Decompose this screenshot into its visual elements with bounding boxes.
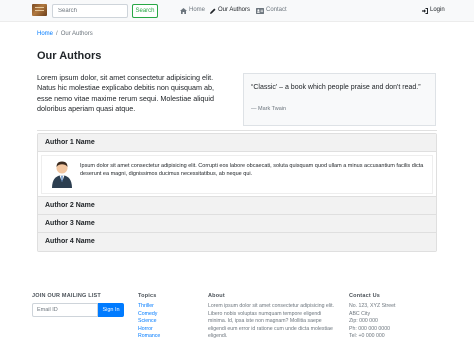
mailing-list-title: JOIN OUR MAILING LIST [32, 293, 101, 299]
topic-link[interactable]: Horror [138, 326, 160, 334]
author-card: Ipsum dolor sit amet consectetur adipisi… [41, 155, 433, 194]
nav-link-contact[interactable]: Contact [256, 6, 287, 15]
address-card-icon [256, 7, 264, 14]
sign-in-button[interactable]: Sign In [98, 303, 124, 317]
footer-contact: Contact Us No. 123, XYZ Street ABC City … [349, 293, 395, 341]
accordion-header-author-2[interactable]: Author 2 Name [38, 197, 436, 215]
accordion-body-author-1: Ipsum dolor sit amet consectetur adipisi… [38, 152, 436, 197]
author-bio: Ipsum dolor sit amet consectetur adipisi… [80, 163, 424, 177]
divider [37, 130, 437, 131]
nav-link-label: Home [189, 7, 206, 13]
search-input[interactable] [52, 4, 128, 18]
contact-title: Contact Us [349, 293, 381, 299]
contact-line: Ph: 000 000 0000 [349, 325, 390, 332]
breadcrumb-current: Our Authors [60, 31, 93, 37]
author-avatar [52, 161, 72, 188]
email-field[interactable] [32, 303, 98, 317]
contact-line: Zip: 000 000 [349, 318, 378, 325]
contact-line: ABC City [349, 310, 371, 317]
topic-link[interactable]: Thriller [138, 303, 160, 311]
home-icon [180, 7, 187, 14]
breadcrumb-home-link[interactable]: Home [37, 31, 53, 37]
page-title: Our Authors [37, 50, 102, 62]
accordion-header-author-1[interactable]: Author 1 Name [38, 134, 436, 152]
about-title: About [208, 293, 225, 299]
accordion-header-author-3[interactable]: Author 3 Name [38, 215, 436, 233]
login-link[interactable]: Login [422, 6, 445, 15]
login-label: Login [430, 7, 445, 13]
quote-box: “Classic’ – a book which people praise a… [243, 73, 436, 126]
pen-icon [210, 8, 216, 14]
breadcrumb-separator: / [56, 31, 58, 37]
navbar: Search Home Our Authors Contact Login [0, 0, 474, 22]
accordion-header-author-4[interactable]: Author 4 Name [38, 233, 436, 251]
search-button[interactable]: Search [132, 4, 158, 18]
nav-link-label: Our Authors [218, 7, 251, 13]
nav-link-home[interactable]: Home [180, 6, 205, 15]
topic-link[interactable]: Science [138, 318, 160, 326]
footer-about: About Lorem ipsum dolor sit amet consect… [208, 293, 336, 341]
authors-accordion: Author 1 Name Ipsum dolor sit amet conse… [37, 133, 437, 252]
about-text: Lorem ipsum dolor sit amet consectetur a… [208, 303, 334, 340]
quote-author: — Mark Twain [251, 106, 287, 112]
nav-link-label: Contact [266, 7, 287, 13]
contact-line: No. 123, XYZ Street [349, 303, 396, 309]
quote-text: “Classic’ – a book which people praise a… [251, 84, 421, 91]
contact-line: Tel: +0 000 000 [349, 333, 385, 340]
topic-link[interactable]: Comedy [138, 311, 160, 319]
footer-mailing: JOIN OUR MAILING LIST [32, 293, 101, 303]
topics-title: Topics [138, 293, 157, 299]
nav-link-our-authors[interactable]: Our Authors [210, 6, 250, 15]
lead-paragraph: Lorem ipsum dolor, sit amet consectetur … [37, 73, 214, 114]
sign-in-icon [422, 7, 428, 14]
breadcrumb: Home / Our Authors [37, 31, 93, 37]
topic-link[interactable]: Romance [138, 333, 160, 341]
brand-logo[interactable] [32, 4, 47, 16]
footer-topics: Topics Thriller Comedy Science Horror Ro… [138, 293, 160, 341]
